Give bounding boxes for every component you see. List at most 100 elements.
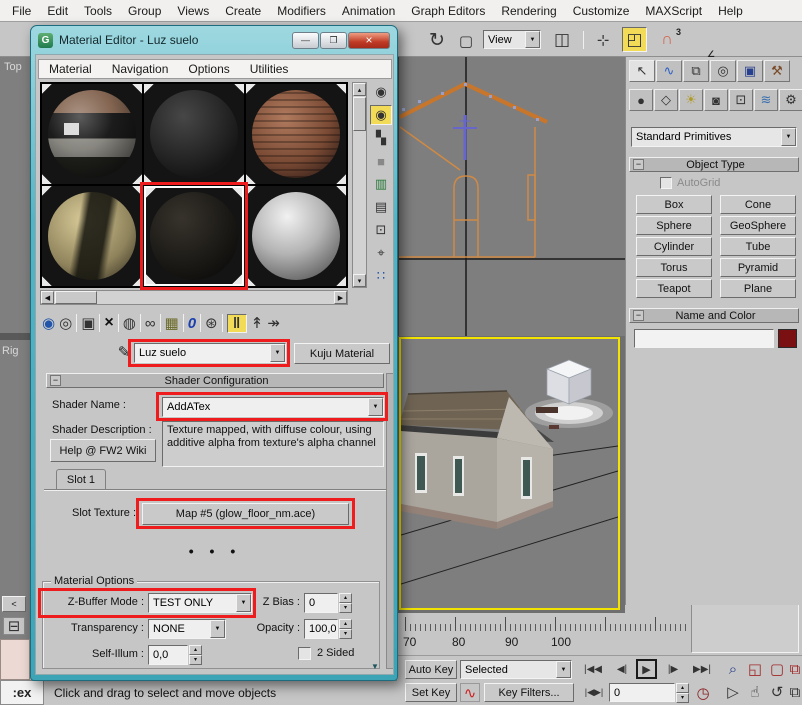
minimize-icon[interactable]: —	[292, 32, 319, 49]
arc-rotate-icon[interactable]: ↺	[767, 682, 787, 702]
time-slider-ruler[interactable]	[399, 617, 687, 631]
plane-button[interactable]: Plane	[720, 279, 796, 298]
viewport-splitter[interactable]	[0, 333, 30, 340]
set-key-button[interactable]: Set Key	[405, 683, 457, 702]
selection-set-dropdown[interactable]: Selected ▼	[460, 660, 572, 679]
spin-down-icon[interactable]: ▾	[339, 603, 352, 613]
frame-spinner[interactable]: ▴ ▾	[676, 683, 689, 702]
viewport-right-label[interactable]: Rig	[2, 345, 19, 357]
parameters-scrollbar[interactable]	[386, 373, 394, 669]
object-name-input[interactable]	[634, 329, 774, 348]
material-name-dropdown[interactable]: Luz suelo ▼	[134, 343, 286, 363]
torus-button[interactable]: Torus	[636, 258, 712, 277]
sphere-button[interactable]: Sphere	[636, 216, 712, 235]
teapot-button[interactable]: Teapot	[636, 279, 712, 298]
spin-down-icon[interactable]: ▾	[189, 655, 202, 665]
chevron-down-icon[interactable]: ▼	[270, 344, 285, 362]
opacity-spinner[interactable]: ▴ ▾	[339, 619, 352, 639]
rotate-icon[interactable]: ↻	[425, 28, 449, 52]
opacity-field[interactable]: 100,0	[304, 619, 338, 639]
shader-name-dropdown[interactable]: AddATex ▼	[162, 397, 384, 417]
menu-tools[interactable]: Tools	[76, 2, 120, 20]
reference-coordsys-dropdown[interactable]: View ▼	[483, 30, 541, 49]
collapse-icon[interactable]: −	[633, 159, 644, 170]
show-end-result-icon[interactable]: ‖	[227, 314, 247, 333]
chevron-down-icon[interactable]: ▼	[556, 661, 571, 678]
category-systems-icon[interactable]: ⚙	[779, 89, 802, 111]
go-to-start-icon[interactable]: |◀◀	[580, 660, 606, 679]
zbias-spinner[interactable]: ▴ ▾	[339, 593, 352, 613]
close-icon[interactable]: ×	[348, 32, 390, 49]
name-color-rollout-header[interactable]: − Name and Color	[629, 308, 799, 323]
category-lights-icon[interactable]: ☀	[679, 89, 703, 111]
next-frame-icon[interactable]: |▶	[663, 660, 683, 679]
options-icon[interactable]: ⊡	[370, 220, 392, 240]
go-to-parent-icon[interactable]: ↟	[251, 314, 264, 332]
trackbar-icon[interactable]: ⊟	[3, 617, 25, 635]
chevron-down-icon[interactable]: ▼	[236, 594, 251, 612]
spin-up-icon[interactable]: ▴	[676, 683, 689, 693]
put-material-to-scene-icon[interactable]: ◎	[59, 314, 72, 332]
video-color-check-icon[interactable]: ▥	[370, 174, 392, 194]
category-spacewarps-icon[interactable]: ≋	[754, 89, 778, 111]
snap-toggle-icon[interactable]: ◰	[622, 27, 647, 52]
help-fw2-wiki-button[interactable]: Help @ FW2 Wiki	[50, 439, 156, 462]
menu-views[interactable]: Views	[169, 2, 217, 20]
cone-button[interactable]: Cone	[720, 195, 796, 214]
pyramid-button[interactable]: Pyramid	[720, 258, 796, 277]
current-frame-field[interactable]: 0	[609, 683, 675, 702]
make-material-copy-icon[interactable]: ◍	[123, 314, 136, 332]
spin-up-icon[interactable]: ▴	[339, 593, 352, 603]
reset-map-icon[interactable]: ×	[104, 314, 113, 332]
zbuffer-mode-dropdown[interactable]: TEST ONLY ▼	[148, 593, 252, 613]
put-to-library-icon[interactable]: ▦	[165, 314, 179, 332]
menu-material[interactable]: Material	[39, 61, 102, 77]
scroll-left-icon[interactable]: ◀	[41, 291, 54, 304]
previous-frame-icon[interactable]: ◀|	[612, 660, 632, 679]
tube-button[interactable]: Tube	[720, 237, 796, 256]
set-keys-curve-icon[interactable]: ∿	[460, 683, 480, 702]
menu-navigation[interactable]: Navigation	[102, 61, 179, 77]
slot1-tab[interactable]: Slot 1	[56, 469, 106, 490]
category-helpers-icon[interactable]: ⊡	[729, 89, 753, 111]
selfillum-field[interactable]: 0,0	[148, 645, 188, 665]
tab-display-icon[interactable]: ▣	[737, 60, 763, 82]
tab-utilities-icon[interactable]: ⚒	[764, 60, 790, 82]
material-id-channel-icon[interactable]: 0	[188, 315, 196, 332]
zoom-icon[interactable]: ⌕	[723, 659, 743, 679]
chevron-down-icon[interactable]: ▼	[210, 620, 225, 638]
select-by-material-icon[interactable]: ⌖	[370, 243, 392, 263]
spin-down-icon[interactable]: ▾	[676, 693, 689, 703]
spin-up-icon[interactable]: ▴	[339, 619, 352, 629]
sample-slot[interactable]	[144, 84, 244, 184]
auto-key-button[interactable]: Auto Key	[405, 660, 457, 679]
shader-configuration-rollout-header[interactable]: − Shader Configuration	[46, 373, 384, 388]
collapse-icon[interactable]: −	[50, 375, 61, 386]
select-manipulate-icon[interactable]: ⊹	[592, 29, 614, 51]
sample-slot[interactable]	[42, 186, 142, 286]
tab-modify-icon[interactable]: ∿	[656, 60, 682, 82]
menu-animation[interactable]: Animation	[334, 2, 403, 20]
key-mode-toggle-icon[interactable]: |◀▶|	[582, 683, 606, 702]
menu-customize[interactable]: Customize	[565, 2, 638, 20]
menu-file[interactable]: File	[4, 2, 39, 20]
category-geometry-icon[interactable]: ●	[629, 89, 653, 111]
play-button-icon[interactable]: ▶	[636, 659, 657, 679]
category-shapes-icon[interactable]: ◇	[654, 89, 678, 111]
menu-options[interactable]: Options	[178, 61, 239, 77]
go-to-end-icon[interactable]: ▶▶|	[689, 660, 715, 679]
collapse-icon[interactable]: −	[633, 310, 644, 321]
zbias-field[interactable]: 0	[304, 593, 338, 613]
get-material-icon[interactable]: ◉	[42, 314, 55, 332]
box-button[interactable]: Box	[636, 195, 712, 214]
zoom-extents-all-icon[interactable]: ⧉	[789, 659, 801, 679]
spin-up-icon[interactable]: ▴	[189, 645, 202, 655]
background-icon[interactable]: ▚	[370, 128, 392, 148]
chevron-down-icon[interactable]: ▼	[781, 128, 796, 146]
menu-graph-editors[interactable]: Graph Editors	[403, 2, 493, 20]
show-map-in-viewport-icon[interactable]: ⊛	[205, 314, 218, 332]
time-configuration-icon[interactable]: ◷	[693, 683, 713, 702]
maximize-icon[interactable]: ❐	[320, 32, 347, 49]
use-pivot-center-icon[interactable]: ◫	[551, 29, 573, 51]
material-editor-titlebar[interactable]: G Material Editor - Luz suelo — ❐ ×	[31, 26, 397, 54]
